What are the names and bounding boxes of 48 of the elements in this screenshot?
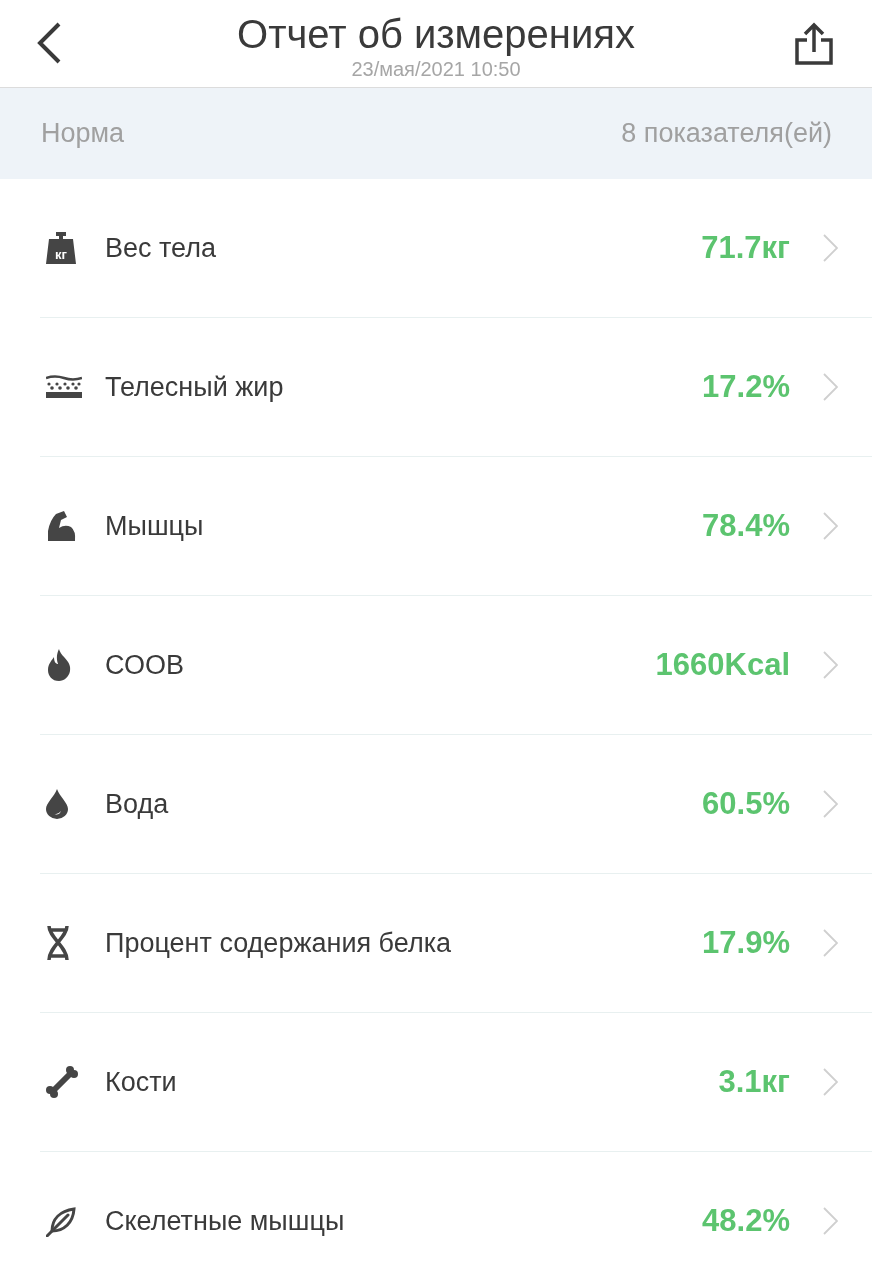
measurement-label: Процент содержания белка	[105, 927, 453, 959]
water-drop-icon	[46, 789, 68, 819]
measurement-label: Вес тела	[105, 232, 217, 264]
measurement-label: СООВ	[105, 649, 185, 681]
bone-icon	[46, 1066, 78, 1098]
share-icon	[794, 22, 834, 66]
measurement-row[interactable]: Процент содержания белка 17.9%	[40, 874, 872, 1013]
page-title: Отчет об измерениях	[237, 11, 635, 57]
chevron-right-icon	[823, 373, 838, 401]
muscle-fiber-icon	[46, 1205, 78, 1237]
indicator-count: 8 показателя(ей)	[621, 118, 832, 149]
measurement-row[interactable]: Скелетные мышцы 48.2%	[40, 1152, 872, 1280]
measurement-row[interactable]: Вода 60.5%	[40, 735, 872, 874]
chevron-right-icon	[823, 1207, 838, 1235]
measurement-value: 1660Kcal	[655, 647, 790, 683]
chevron-right-icon	[823, 1068, 838, 1096]
chevron-right-icon	[823, 929, 838, 957]
measurement-row[interactable]: СООВ 1660Kcal	[40, 596, 872, 735]
measurement-value: 71.7кг	[701, 230, 790, 266]
status-text: Норма	[41, 118, 125, 149]
back-icon	[36, 22, 62, 64]
measurement-row[interactable]: Мышцы 78.4%	[40, 457, 872, 596]
measurement-row[interactable]: кг Вес тела 71.7кг	[40, 179, 872, 318]
measurement-label: Скелетные мышцы	[105, 1205, 346, 1237]
chevron-right-icon	[823, 512, 838, 540]
measurement-value: 17.9%	[702, 925, 790, 961]
back-button[interactable]	[36, 22, 62, 64]
chevron-right-icon	[823, 651, 838, 679]
measurement-value: 3.1кг	[718, 1064, 790, 1100]
share-button[interactable]	[794, 22, 834, 66]
measurement-value: 48.2%	[702, 1203, 790, 1239]
weight-icon: кг	[46, 232, 76, 264]
measurement-row[interactable]: Кости 3.1кг	[40, 1013, 872, 1152]
flexed-arm-icon	[46, 511, 76, 541]
measurement-label: Мышцы	[105, 510, 205, 542]
measurement-value: 60.5%	[702, 786, 790, 822]
measurement-value: 17.2%	[702, 369, 790, 405]
fat-layer-icon	[46, 375, 82, 399]
measurement-date: 23/мая/2021 10:50	[351, 57, 521, 81]
chevron-right-icon	[823, 790, 838, 818]
measurement-value: 78.4%	[702, 508, 790, 544]
measurement-label: Телесный жир	[105, 371, 285, 403]
chevron-right-icon	[823, 234, 838, 262]
flame-icon	[46, 649, 72, 681]
dna-icon	[46, 925, 70, 961]
measurement-label: Кости	[105, 1066, 178, 1098]
measurement-row[interactable]: Телесный жир 17.2%	[40, 318, 872, 457]
measurement-label: Вода	[105, 788, 170, 820]
